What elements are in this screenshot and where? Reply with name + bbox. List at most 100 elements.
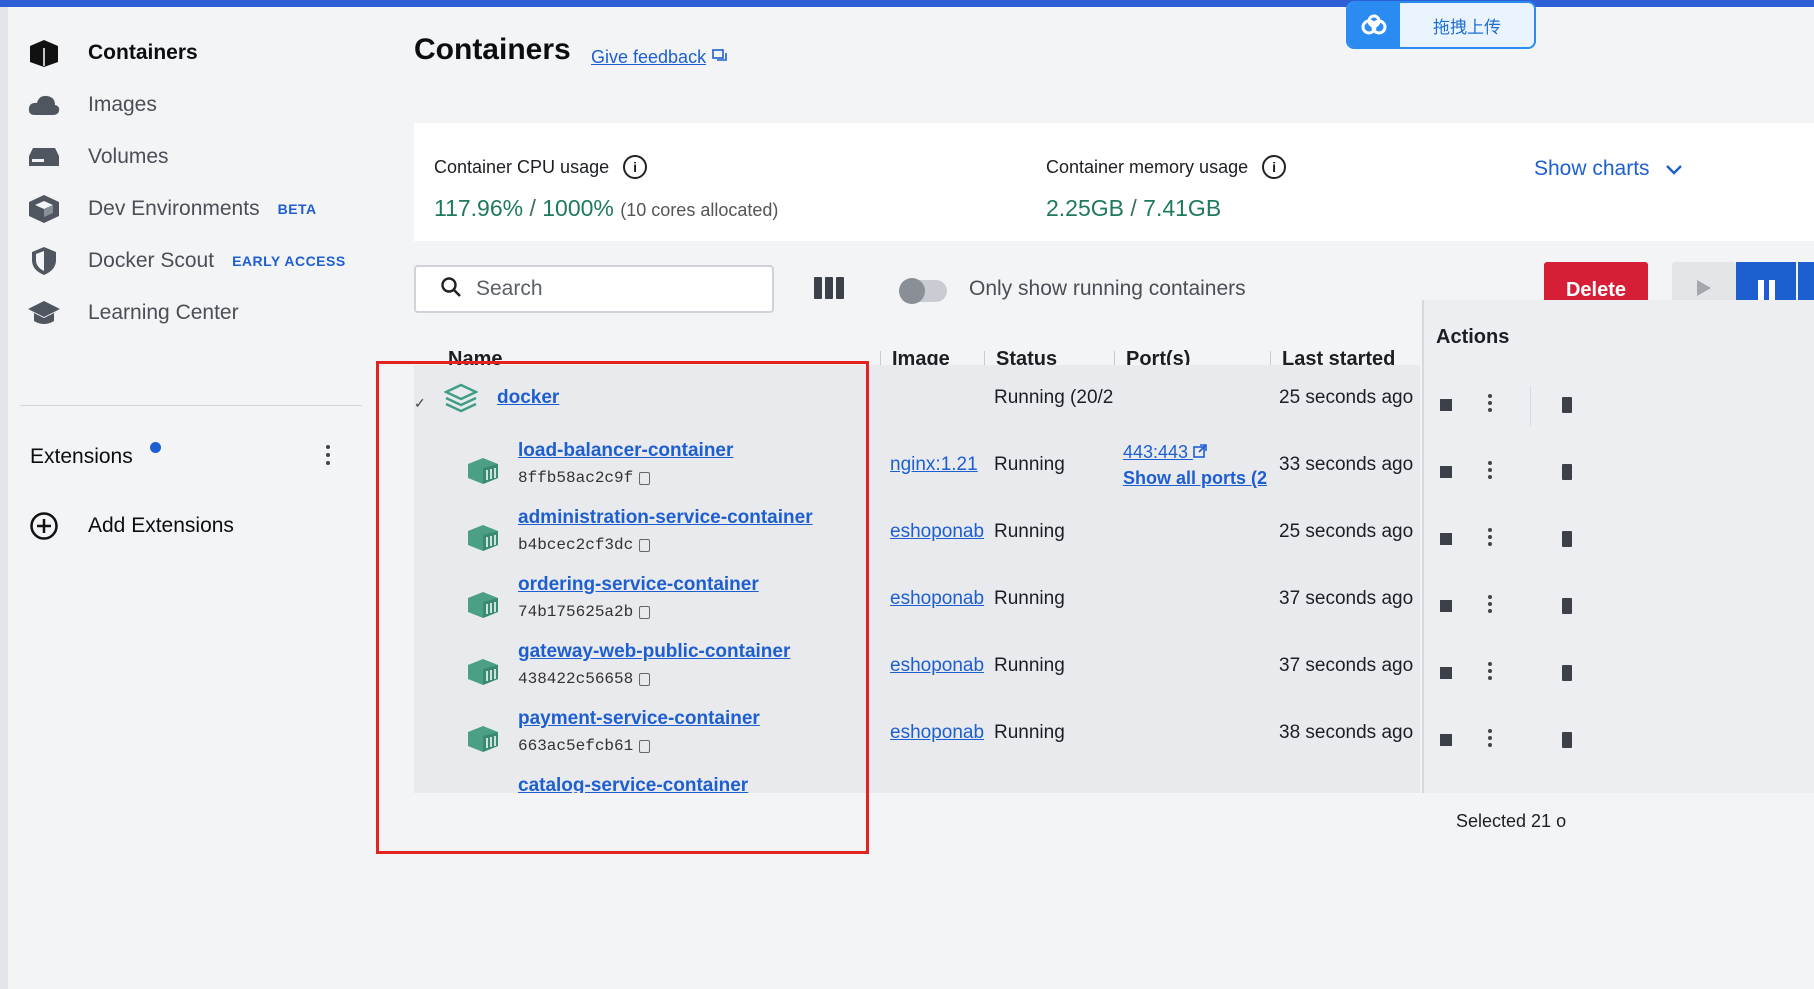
show-charts-button[interactable]: Show charts: [1534, 157, 1682, 181]
trash-icon[interactable]: [1562, 397, 1572, 413]
containers-icon: [26, 35, 62, 71]
add-circle-icon: [26, 508, 62, 544]
image-link[interactable]: eshoponab: [890, 722, 984, 744]
selection-count: Selected 21 o: [1456, 811, 1567, 831]
sidebar-item-learning-center[interactable]: Learning Center: [26, 291, 239, 335]
column-header-actions: Actions: [1436, 326, 1510, 348]
search-field[interactable]: [414, 265, 774, 313]
group-status: Running (20/2: [994, 387, 1114, 408]
copy-icon[interactable]: [639, 605, 651, 619]
container-last-started: 37 seconds ago: [1279, 655, 1414, 676]
row-menu-icon[interactable]: [1488, 729, 1492, 747]
add-extensions-label: Add Extensions: [88, 514, 234, 537]
running-only-toggle[interactable]: [899, 278, 947, 304]
table-row[interactable]: catalog-service-container: [414, 767, 1420, 793]
sidebar-item-images[interactable]: Images: [26, 83, 157, 127]
row-menu-icon[interactable]: [1488, 394, 1492, 412]
memory-usage-text: Container memory usage: [1046, 156, 1249, 177]
row-menu-icon[interactable]: [1488, 595, 1492, 613]
feedback-chat-icon: [712, 47, 728, 68]
container-icon: [466, 724, 500, 759]
trash-icon[interactable]: [1562, 464, 1572, 480]
copy-icon[interactable]: [639, 739, 651, 753]
copy-icon[interactable]: [639, 672, 651, 686]
stop-icon[interactable]: [1440, 600, 1452, 612]
trash-icon[interactable]: [1562, 732, 1572, 748]
table-row[interactable]: administration-service-container b4bcec2…: [414, 499, 1420, 566]
copy-icon[interactable]: [639, 538, 651, 552]
sidebar-item-label: Images: [88, 93, 157, 116]
table-row[interactable]: ordering-service-container 74b175625a2b …: [414, 566, 1420, 633]
container-name-link[interactable]: catalog-service-container: [518, 775, 748, 793]
add-extensions-button[interactable]: Add Extensions: [26, 504, 234, 548]
show-all-ports-link[interactable]: Show all ports (2: [1123, 468, 1269, 489]
actions-row: [1424, 573, 1814, 640]
trash-icon[interactable]: [1562, 665, 1572, 681]
container-name-link[interactable]: ordering-service-container: [518, 574, 759, 596]
extensions-menu-icon[interactable]: [326, 445, 330, 465]
sidebar-item-label: Docker Scout: [88, 249, 215, 272]
row-menu-icon[interactable]: [1488, 662, 1492, 680]
image-link[interactable]: eshoponab: [890, 655, 984, 677]
extensions-section[interactable]: Extensions: [30, 437, 350, 477]
volume-drive-icon: [26, 139, 62, 175]
stop-icon[interactable]: [1440, 399, 1452, 411]
cpu-value: 117.96%: [434, 195, 524, 221]
cloud-upload-icon: [1348, 3, 1400, 47]
container-id: 663ac5efcb61: [518, 737, 651, 755]
row-menu-icon[interactable]: [1488, 528, 1492, 546]
sidebar-item-volumes[interactable]: Volumes: [26, 135, 169, 179]
give-feedback-label: Give feedback: [591, 47, 707, 67]
container-status: Running: [994, 521, 1065, 542]
search-input[interactable]: [476, 277, 756, 301]
container-icon: [466, 791, 500, 793]
stop-icon[interactable]: [1440, 734, 1452, 746]
cpu-usage-text: Container CPU usage: [434, 156, 610, 177]
actions-row: [1424, 707, 1814, 774]
stop-icon[interactable]: [1440, 533, 1452, 545]
port-link[interactable]: 443:443: [1123, 442, 1207, 463]
sidebar-item-containers[interactable]: Containers: [26, 31, 198, 75]
upload-label: 拖拽上传: [1433, 17, 1501, 37]
stop-icon[interactable]: [1440, 466, 1452, 478]
copy-icon[interactable]: [639, 471, 651, 485]
container-last-started: 33 seconds ago: [1279, 454, 1414, 475]
chevron-down-icon: [1665, 157, 1682, 181]
group-name-link[interactable]: docker: [497, 387, 559, 409]
sidebar-item-docker-scout[interactable]: Docker Scout EARLY ACCESS: [26, 239, 346, 283]
trash-icon[interactable]: [1562, 531, 1572, 547]
container-icon: [466, 456, 500, 491]
give-feedback-link[interactable]: Give feedback: [591, 47, 728, 68]
image-link[interactable]: nginx:1.21: [890, 454, 978, 476]
cpu-slash: /: [523, 195, 543, 221]
container-name-link[interactable]: load-balancer-container: [518, 440, 733, 462]
early-access-badge: EARLY ACCESS: [232, 253, 346, 269]
table-row[interactable]: load-balancer-container 8ffb58ac2c9f ngi…: [414, 432, 1420, 499]
container-last-started: 38 seconds ago: [1279, 722, 1414, 743]
expand-check-icon[interactable]: ✓: [414, 395, 426, 412]
actions-column: Actions: [1422, 300, 1814, 793]
trash-icon[interactable]: [1562, 598, 1572, 614]
table-row[interactable]: payment-service-container 663ac5efcb61 e…: [414, 700, 1420, 767]
container-name-link[interactable]: payment-service-container: [518, 708, 760, 730]
container-name-link[interactable]: gateway-web-public-container: [518, 641, 790, 663]
sidebar-item-dev-environments[interactable]: Dev Environments BETA: [26, 187, 317, 231]
image-link[interactable]: eshoponab: [890, 521, 984, 543]
image-link[interactable]: eshoponab: [890, 588, 984, 610]
info-icon[interactable]: i: [623, 155, 648, 179]
dev-env-cube-icon: [26, 191, 62, 227]
search-icon: [440, 276, 462, 303]
table-row-group[interactable]: ✓ docker Running (20/2 25 seconds ago: [414, 365, 1420, 432]
row-menu-icon[interactable]: [1488, 461, 1492, 479]
memory-value: 2.25GB: [1046, 195, 1124, 221]
upload-widget[interactable]: 拖拽上传: [1346, 1, 1536, 49]
extensions-notification-dot: [150, 442, 161, 453]
columns-icon[interactable]: [814, 277, 844, 299]
stop-icon[interactable]: [1440, 667, 1452, 679]
container-status: Running: [994, 588, 1065, 609]
actions-row: [1424, 372, 1814, 439]
container-name-link[interactable]: administration-service-container: [518, 507, 813, 529]
table-row[interactable]: gateway-web-public-container 438422c5665…: [414, 633, 1420, 700]
info-icon[interactable]: i: [1262, 155, 1287, 179]
external-link-icon: [1193, 444, 1207, 458]
